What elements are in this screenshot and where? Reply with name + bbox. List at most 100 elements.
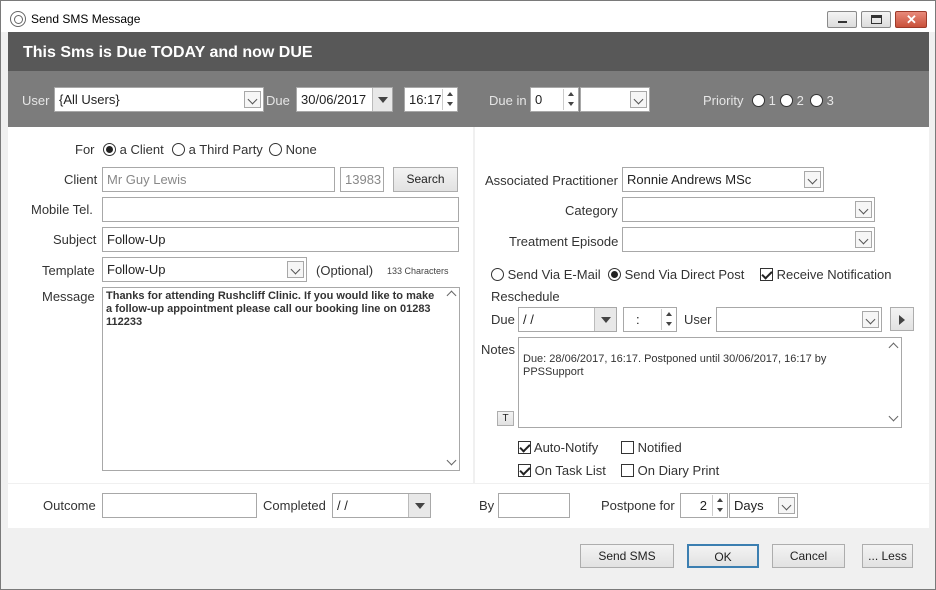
close-icon: ✕ bbox=[906, 12, 917, 27]
for-client-radio[interactable]: a Client bbox=[103, 142, 164, 157]
banner-text: This Sms is Due TODAY and now DUE bbox=[23, 44, 313, 61]
chevron-down-icon[interactable] bbox=[287, 261, 304, 278]
postpone-amount-value: 2 bbox=[699, 498, 707, 513]
send-sms-label: Send SMS bbox=[598, 549, 656, 563]
checkbox-icon bbox=[760, 268, 773, 281]
completed-date-value: / / bbox=[337, 498, 348, 513]
due-date-picker[interactable]: 30/06/2017 bbox=[296, 87, 393, 112]
due-in-field[interactable]: 0 bbox=[530, 87, 579, 112]
scroll-up-icon[interactable] bbox=[888, 342, 899, 353]
window-title: Send SMS Message bbox=[31, 12, 141, 26]
radio-icon bbox=[491, 268, 504, 281]
chevron-down-icon[interactable] bbox=[855, 201, 872, 218]
client-id-field[interactable]: 13983 bbox=[340, 167, 384, 192]
auto-notify-label: Auto-Notify bbox=[533, 440, 599, 455]
on-diary-print-checkbox[interactable]: On Diary Print bbox=[621, 463, 719, 478]
notes-textarea[interactable]: Due: 28/06/2017, 16:17. Postponed until … bbox=[518, 337, 902, 428]
dropdown-arrow-icon bbox=[415, 503, 425, 509]
reschedule-time-field[interactable]: : bbox=[623, 307, 677, 332]
auto-notify-checkbox[interactable]: Auto-Notify bbox=[518, 440, 598, 455]
chevron-down-icon[interactable] bbox=[862, 311, 879, 328]
close-button[interactable]: ✕ bbox=[895, 11, 927, 28]
calendar-dropdown-button[interactable] bbox=[408, 494, 430, 517]
for-none-radio[interactable]: None bbox=[269, 142, 317, 157]
chevron-down-icon[interactable] bbox=[855, 231, 872, 248]
category-label: Category bbox=[565, 203, 618, 218]
dropdown-arrow-icon bbox=[601, 317, 611, 323]
receive-notification-checkbox[interactable]: Receive Notification bbox=[760, 267, 892, 282]
for-option-label: None bbox=[285, 142, 317, 157]
outcome-field[interactable] bbox=[102, 493, 257, 518]
postpone-spinner[interactable] bbox=[712, 495, 726, 516]
chevron-down-icon[interactable] bbox=[778, 497, 795, 514]
by-label: By bbox=[479, 498, 495, 513]
message-textarea[interactable]: Thanks for attending Rushcliff Clinic. I… bbox=[102, 287, 460, 471]
mobile-label: Mobile Tel. bbox=[31, 202, 93, 217]
due-time-field[interactable]: 16:17 bbox=[404, 87, 458, 112]
radio-icon bbox=[780, 94, 793, 107]
dialog-window: Send SMS Message ✕ This Sms is Due TODAY… bbox=[0, 0, 936, 590]
filter-bar: User {All Users} Due 30/06/2017 16:17 Du… bbox=[8, 71, 929, 127]
postpone-amount-field[interactable]: 2 bbox=[680, 493, 728, 518]
message-label: Message bbox=[42, 289, 95, 304]
send-via-email-radio[interactable]: Send Via E-Mail bbox=[491, 267, 601, 282]
scroll-down-icon[interactable] bbox=[888, 411, 899, 422]
less-label: ... Less bbox=[868, 549, 907, 563]
category-select[interactable] bbox=[622, 197, 875, 222]
app-icon bbox=[10, 11, 26, 27]
send-via-post-radio[interactable]: Send Via Direct Post bbox=[608, 267, 744, 282]
template-select[interactable]: Follow-Up bbox=[102, 257, 307, 282]
mobile-field[interactable] bbox=[102, 197, 459, 222]
due-filter-label: Due bbox=[266, 93, 290, 108]
priority-label: Priority bbox=[703, 93, 744, 108]
cancel-button[interactable]: Cancel bbox=[772, 544, 845, 568]
episode-select[interactable] bbox=[622, 227, 875, 252]
less-button[interactable]: ... Less bbox=[862, 544, 913, 568]
minimize-button[interactable] bbox=[827, 11, 857, 28]
practitioner-select[interactable]: Ronnie Andrews MSc bbox=[622, 167, 824, 192]
text-format-button[interactable]: T bbox=[497, 411, 514, 426]
radio-icon bbox=[608, 268, 621, 281]
calendar-dropdown-button[interactable] bbox=[372, 88, 392, 111]
reschedule-date-picker[interactable]: / / bbox=[518, 307, 617, 332]
subject-field[interactable]: Follow-Up bbox=[102, 227, 459, 252]
user-filter-select[interactable]: {All Users} bbox=[54, 87, 264, 112]
due-in-unit-select[interactable] bbox=[580, 87, 650, 112]
priority-option-label: 1 bbox=[768, 93, 776, 108]
priority-radio-1[interactable]: 1 bbox=[752, 93, 776, 108]
ok-button[interactable]: OK bbox=[687, 544, 759, 568]
postpone-unit-select[interactable]: Days bbox=[729, 493, 798, 518]
maximize-button[interactable] bbox=[861, 11, 891, 28]
due-in-spinner[interactable] bbox=[563, 89, 577, 110]
message-text: Thanks for attending Rushcliff Clinic. I… bbox=[106, 290, 435, 328]
by-field[interactable] bbox=[498, 493, 570, 518]
scroll-up-icon[interactable] bbox=[446, 290, 457, 301]
completed-date-picker[interactable]: / / bbox=[332, 493, 431, 518]
chevron-down-icon[interactable] bbox=[244, 91, 261, 108]
chevron-down-icon[interactable] bbox=[630, 91, 647, 108]
episode-label: Treatment Episode bbox=[509, 234, 619, 249]
time-spinner[interactable] bbox=[661, 309, 675, 330]
priority-radio-3[interactable]: 3 bbox=[810, 93, 834, 108]
on-task-list-checkbox[interactable]: On Task List bbox=[518, 463, 606, 478]
forward-button[interactable] bbox=[890, 307, 914, 331]
notes-text: Due: 28/06/2017, 16:17. Postponed until … bbox=[523, 353, 827, 378]
for-third-party-radio[interactable]: a Third Party bbox=[172, 142, 263, 157]
for-option-label: a Third Party bbox=[188, 142, 263, 157]
reschedule-user-select[interactable] bbox=[716, 307, 882, 332]
postpone-unit-value: Days bbox=[734, 498, 764, 513]
cancel-label: Cancel bbox=[789, 549, 828, 563]
notified-checkbox[interactable]: Notified bbox=[621, 440, 682, 455]
client-name-field[interactable]: Mr Guy Lewis bbox=[102, 167, 335, 192]
send-sms-button[interactable]: Send SMS bbox=[580, 544, 674, 568]
notified-label: Notified bbox=[637, 440, 682, 455]
reschedule-time-value: : bbox=[636, 312, 640, 327]
time-spinner[interactable] bbox=[442, 89, 456, 110]
reschedule-due-label: Due bbox=[491, 312, 515, 327]
priority-radio-2[interactable]: 2 bbox=[780, 93, 804, 108]
ok-label: OK bbox=[714, 550, 732, 564]
search-button[interactable]: Search bbox=[393, 167, 458, 192]
chevron-down-icon[interactable] bbox=[804, 171, 821, 188]
scroll-down-icon[interactable] bbox=[446, 455, 457, 466]
calendar-dropdown-button[interactable] bbox=[594, 308, 616, 331]
